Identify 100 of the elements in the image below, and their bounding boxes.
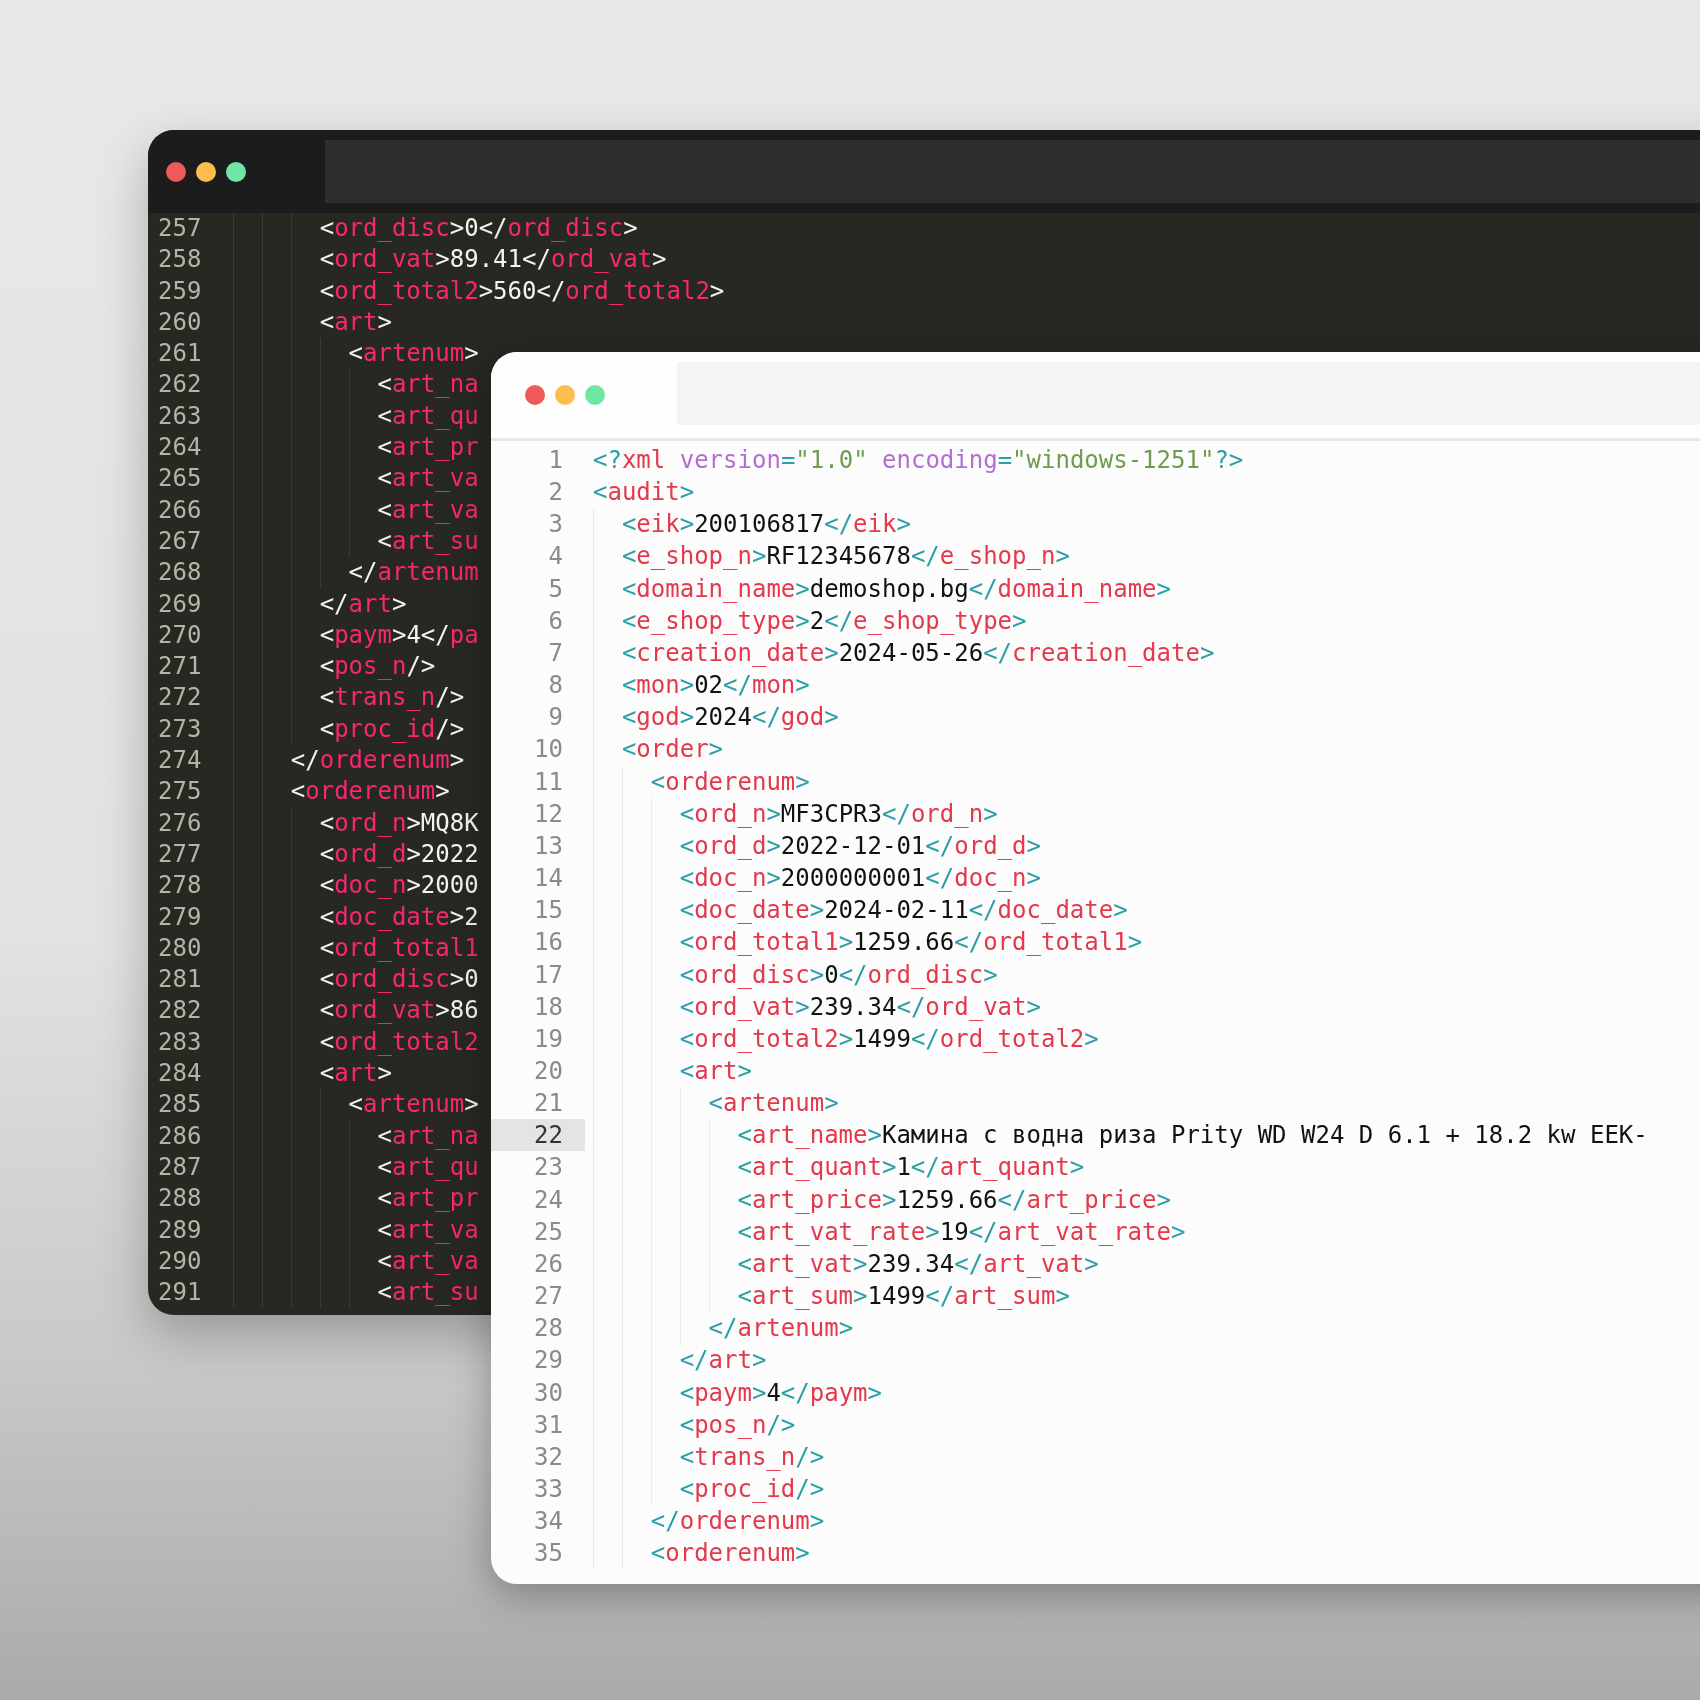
line-number: 14: [533, 863, 564, 895]
code-line: <art_su: [377, 1277, 479, 1309]
code-line: <paym>4</pa: [319, 619, 479, 651]
line-number: 4: [547, 541, 564, 573]
code-line: <doc_n>2000: [319, 870, 479, 902]
code-line: <doc_date>2: [319, 901, 479, 933]
line-number: 21: [533, 1088, 564, 1120]
code-line: <art_sum>1499</art_sum>: [737, 1281, 1070, 1313]
line-number: 29: [533, 1345, 564, 1377]
code-line: <art_price>1259.66</art_price>: [737, 1184, 1171, 1216]
code-line: <mon>02</mon>: [621, 670, 810, 702]
line-number: 13: [533, 830, 564, 862]
line-number: 19: [533, 1023, 564, 1055]
code-line: <ord_total2>1499</ord_total2>: [679, 1023, 1099, 1055]
code-line: <artenum>: [708, 1088, 839, 1120]
line-number: 286: [157, 1120, 203, 1152]
line-number: 257: [157, 213, 203, 244]
code-line: <ord_n>MQ8K: [319, 807, 479, 839]
line-number: 10: [533, 734, 564, 766]
line-number: 263: [157, 400, 203, 432]
code-line: <art_pr: [377, 1183, 479, 1215]
code-line: <art_quant>1</art_quant>: [737, 1152, 1085, 1184]
line-number: 272: [157, 682, 203, 714]
code-line: <art_vat_rate>19</art_vat_rate>: [737, 1216, 1186, 1248]
code-line: <ord_disc>0: [319, 964, 479, 996]
minimize-button[interactable]: [196, 161, 216, 182]
code-line: <artenum>: [348, 1089, 479, 1121]
line-number: 291: [157, 1277, 203, 1309]
line-number: 23: [533, 1152, 564, 1184]
line-number: 267: [157, 525, 203, 557]
line-number: 264: [157, 432, 203, 464]
code-line: </artenum: [348, 557, 479, 589]
code-line: <art_name>Камина с водна риза Prity WD W24 D 6.1 + 18.2 kw EEK-: [737, 1120, 1648, 1152]
line-number: 280: [157, 932, 203, 964]
code-line: <art_va: [377, 1245, 479, 1277]
code-line: <art_qu: [377, 400, 479, 432]
code-line: <audit>: [593, 477, 695, 509]
line-number: 275: [157, 776, 203, 808]
code-line: <orderenum>: [290, 776, 450, 808]
code-line: <proc_id/>: [679, 1474, 825, 1505]
code-line: <art>: [679, 1055, 752, 1087]
code-line: <e_shop_n>RF12345678</e_shop_n>: [621, 541, 1070, 573]
code-line: <ord_vat>86: [319, 995, 479, 1027]
line-number: 283: [157, 1026, 203, 1058]
code-line: <proc_id/>: [319, 713, 465, 745]
line-number: 282: [157, 995, 203, 1027]
line-number: 32: [533, 1441, 564, 1473]
line-number: 35: [533, 1538, 564, 1570]
line-number: 3: [547, 509, 564, 541]
code-line: <art_su: [377, 525, 479, 557]
code-line: <paym>4</paym>: [679, 1377, 882, 1409]
code-line: <trans_n/>: [319, 682, 465, 714]
code-line: <pos_n/>: [679, 1409, 796, 1441]
code-line: <ord_total1: [319, 932, 479, 964]
line-number: 6: [547, 605, 564, 637]
line-number: 265: [157, 463, 203, 495]
code-line: <art>: [319, 306, 392, 338]
line-number: 22: [491, 1119, 585, 1152]
code-line: </orderenum>: [650, 1506, 825, 1538]
code-line: <artenum>: [348, 338, 479, 370]
line-number: 284: [157, 1058, 203, 1089]
code-line: <art_qu: [377, 1151, 479, 1183]
line-number: 262: [157, 369, 203, 401]
code-line: <art_pr: [377, 432, 479, 464]
close-button[interactable]: [166, 161, 186, 182]
code-line: <domain_name>demoshop.bg</domain_name>: [621, 573, 1171, 605]
line-number: 17: [533, 959, 564, 991]
line-number: 9: [547, 702, 564, 734]
line-number: 273: [157, 713, 203, 745]
code-line: <ord_disc>0</ord_disc>: [319, 213, 638, 244]
code-line: <ord_n>MF3CPR3</ord_n>: [679, 798, 998, 830]
code-line: <art_na: [377, 1120, 479, 1152]
code-line: <orderenum>: [650, 766, 810, 798]
code-line: <ord_vat>89.41</ord_vat>: [319, 244, 667, 276]
code-line: </orderenum>: [290, 745, 465, 777]
line-number: 26: [533, 1248, 564, 1280]
line-number: 276: [157, 807, 203, 839]
code-line: <god>2024</god>: [621, 702, 839, 734]
line-number: 287: [157, 1151, 203, 1183]
code-line: <art>: [319, 1058, 392, 1089]
line-number: 15: [533, 895, 564, 927]
code-line: </art>: [679, 1345, 767, 1377]
maximize-button[interactable]: [226, 161, 246, 182]
line-number: 281: [157, 964, 203, 996]
code-line: <art_vat>239.34</art_vat>: [737, 1248, 1099, 1280]
line-number: 20: [533, 1055, 564, 1087]
line-number: 31: [533, 1409, 564, 1441]
line-number: 268: [157, 557, 203, 589]
line-number: 285: [157, 1089, 203, 1121]
code-line: <doc_date>2024-02-11</doc_date>: [679, 895, 1128, 927]
line-number: 277: [157, 838, 203, 870]
code-line: <art_va: [377, 494, 479, 526]
code-line: <ord_total2>560</ord_total2>: [319, 275, 725, 307]
close-button[interactable]: [525, 385, 545, 405]
code-line: <orderenum>: [650, 1538, 810, 1570]
line-number: 1: [547, 445, 564, 476]
line-number: 12: [533, 798, 564, 830]
line-number: 33: [533, 1474, 564, 1505]
line-number: 2: [547, 477, 564, 509]
line-number: 278: [157, 870, 203, 902]
